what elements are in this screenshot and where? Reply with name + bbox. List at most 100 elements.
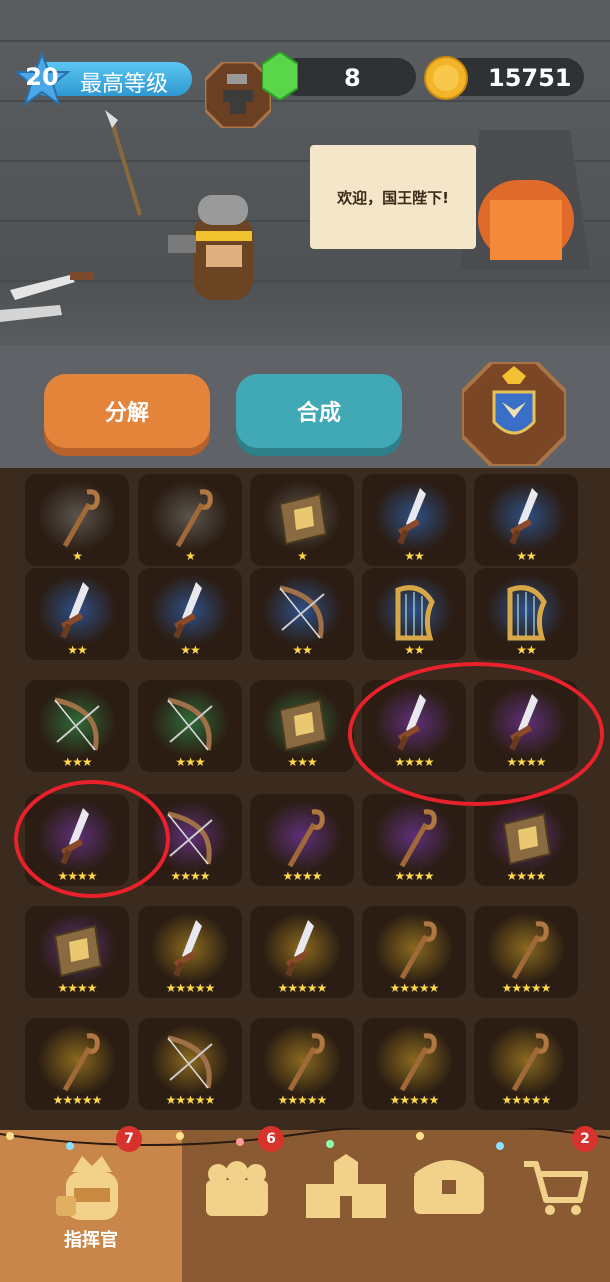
sword-icon	[509, 488, 538, 545]
highlight-circle-2	[14, 780, 170, 898]
staff-icon	[62, 1033, 100, 1092]
sword-icon	[285, 920, 314, 977]
rarity-stars: ★★★★	[394, 869, 434, 883]
notification-badge: 2	[572, 1126, 598, 1152]
combine-button[interactable]: 合成	[236, 374, 402, 448]
bow-icon	[167, 1035, 213, 1089]
rarity-stars: ★★★★★	[389, 1093, 440, 1107]
inventory-slot[interactable]: ★★★★★	[474, 906, 578, 998]
inventory-slot[interactable]: ★★★★	[474, 794, 578, 886]
inventory-slot[interactable]: ★★	[138, 568, 242, 660]
rarity-stars: ★★★	[62, 755, 92, 769]
forge-scene: 欢迎，国王陛下! 20 最高等级 8 15751 分解 合成	[0, 0, 610, 468]
bow-icon	[279, 585, 325, 639]
inventory-slot[interactable]: ★★	[474, 568, 578, 660]
bottom-nav: 指挥官 7 6 2	[0, 1126, 610, 1282]
rarity-stars: ★★	[292, 643, 313, 657]
staff-icon	[511, 921, 549, 980]
bow-icon	[167, 697, 213, 751]
rarity-stars: ★★★★	[506, 869, 546, 883]
inventory-slot[interactable]: ★★	[474, 474, 578, 566]
coin-icon	[424, 56, 468, 100]
gem-icon	[262, 52, 298, 100]
decompose-button[interactable]: 分解	[44, 374, 210, 448]
npc-speech-bubble: 欢迎，国王陛下!	[310, 145, 476, 249]
harp-icon	[395, 585, 435, 641]
staff-icon	[287, 809, 325, 868]
rarity-stars: ★★★★★	[165, 1093, 216, 1107]
inventory-slot[interactable]: ★★	[362, 568, 466, 660]
spear-icon	[105, 110, 142, 216]
staff-icon	[62, 489, 100, 548]
rarity-stars: ★	[72, 549, 83, 563]
harp-icon	[507, 585, 547, 641]
book-icon	[278, 698, 328, 752]
sword-icon	[397, 488, 426, 545]
rarity-stars: ★★★	[287, 755, 317, 769]
sword-icon	[173, 920, 202, 977]
chest-icon	[414, 1160, 484, 1214]
gem-count: 8	[344, 64, 361, 92]
staff-icon	[399, 921, 437, 980]
rarity-stars: ★★★★★	[501, 1093, 552, 1107]
inventory-slot[interactable]: ★★★	[250, 680, 354, 772]
sword-icon	[173, 582, 202, 639]
rarity-stars: ★	[297, 549, 308, 563]
rarity-stars: ★★★★★	[389, 981, 440, 995]
staff-icon	[399, 809, 437, 868]
book-icon	[502, 812, 552, 866]
inventory-slot[interactable]: ★	[250, 474, 354, 566]
staff-icon	[511, 1033, 549, 1092]
inventory-slot[interactable]: ★★★★★	[250, 906, 354, 998]
rarity-stars: ★★★★★	[277, 981, 328, 995]
inventory-slot[interactable]: ★★★★★	[362, 1018, 466, 1110]
level-label: 最高等级	[80, 72, 169, 97]
inventory-slot[interactable]: ★★★★★	[138, 906, 242, 998]
inventory-slot[interactable]: ★★★★★	[138, 1018, 242, 1110]
inventory-slot[interactable]: ★★★★★	[25, 1018, 129, 1110]
rarity-stars: ★★★★★	[165, 981, 216, 995]
floor-swords-icon	[0, 272, 94, 322]
rarity-stars: ★★	[516, 643, 537, 657]
inventory-slot[interactable]: ★★	[362, 474, 466, 566]
blacksmith-npc-icon	[168, 195, 253, 300]
rarity-stars: ★★	[67, 643, 88, 657]
staff-icon	[175, 489, 213, 548]
inventory-slot[interactable]: ★	[25, 474, 129, 566]
commander-icon	[56, 1156, 118, 1220]
book-icon	[278, 492, 328, 546]
castle-icon	[306, 1154, 386, 1218]
shop-cart-icon	[524, 1161, 588, 1215]
inventory-slot[interactable]: ★★	[25, 568, 129, 660]
inventory-slot[interactable]: ★★★★	[362, 794, 466, 886]
rarity-stars: ★★	[516, 549, 537, 563]
inventory-slot[interactable]: ★★★★★	[474, 1018, 578, 1110]
inventory-slot[interactable]: ★★★★★	[250, 1018, 354, 1110]
book-icon	[53, 924, 103, 978]
rarity-stars: ★★	[404, 643, 425, 657]
inventory-slot[interactable]: ★	[138, 474, 242, 566]
notification-badge: 6	[258, 1126, 284, 1152]
rarity-stars: ★★★★★	[52, 1093, 103, 1107]
rarity-stars: ★★★	[175, 755, 205, 769]
inventory-slot[interactable]: ★★★★	[25, 906, 129, 998]
shield-emblem-icon[interactable]	[462, 362, 566, 466]
staff-icon	[399, 1033, 437, 1092]
rarity-stars: ★★★★★	[277, 1093, 328, 1107]
sword-icon	[60, 582, 89, 639]
inventory-slot[interactable]: ★★★	[25, 680, 129, 772]
coin-count: 15751	[488, 64, 572, 92]
notification-badge: 7	[116, 1126, 142, 1152]
bow-icon	[54, 697, 100, 751]
inventory-slot[interactable]: ★★★	[138, 680, 242, 772]
inventory-slot[interactable]: ★★	[250, 568, 354, 660]
rarity-stars: ★	[185, 549, 196, 563]
staff-icon	[287, 1033, 325, 1092]
inventory-slot[interactable]: ★★★★★	[362, 906, 466, 998]
rarity-stars: ★★	[404, 549, 425, 563]
commander-label: 指挥官	[64, 1230, 118, 1251]
string-lights-icon	[0, 1128, 610, 1150]
inventory-slot[interactable]: ★★★★	[250, 794, 354, 886]
rarity-stars: ★★★★★	[501, 981, 552, 995]
rarity-stars: ★★★★	[282, 869, 322, 883]
